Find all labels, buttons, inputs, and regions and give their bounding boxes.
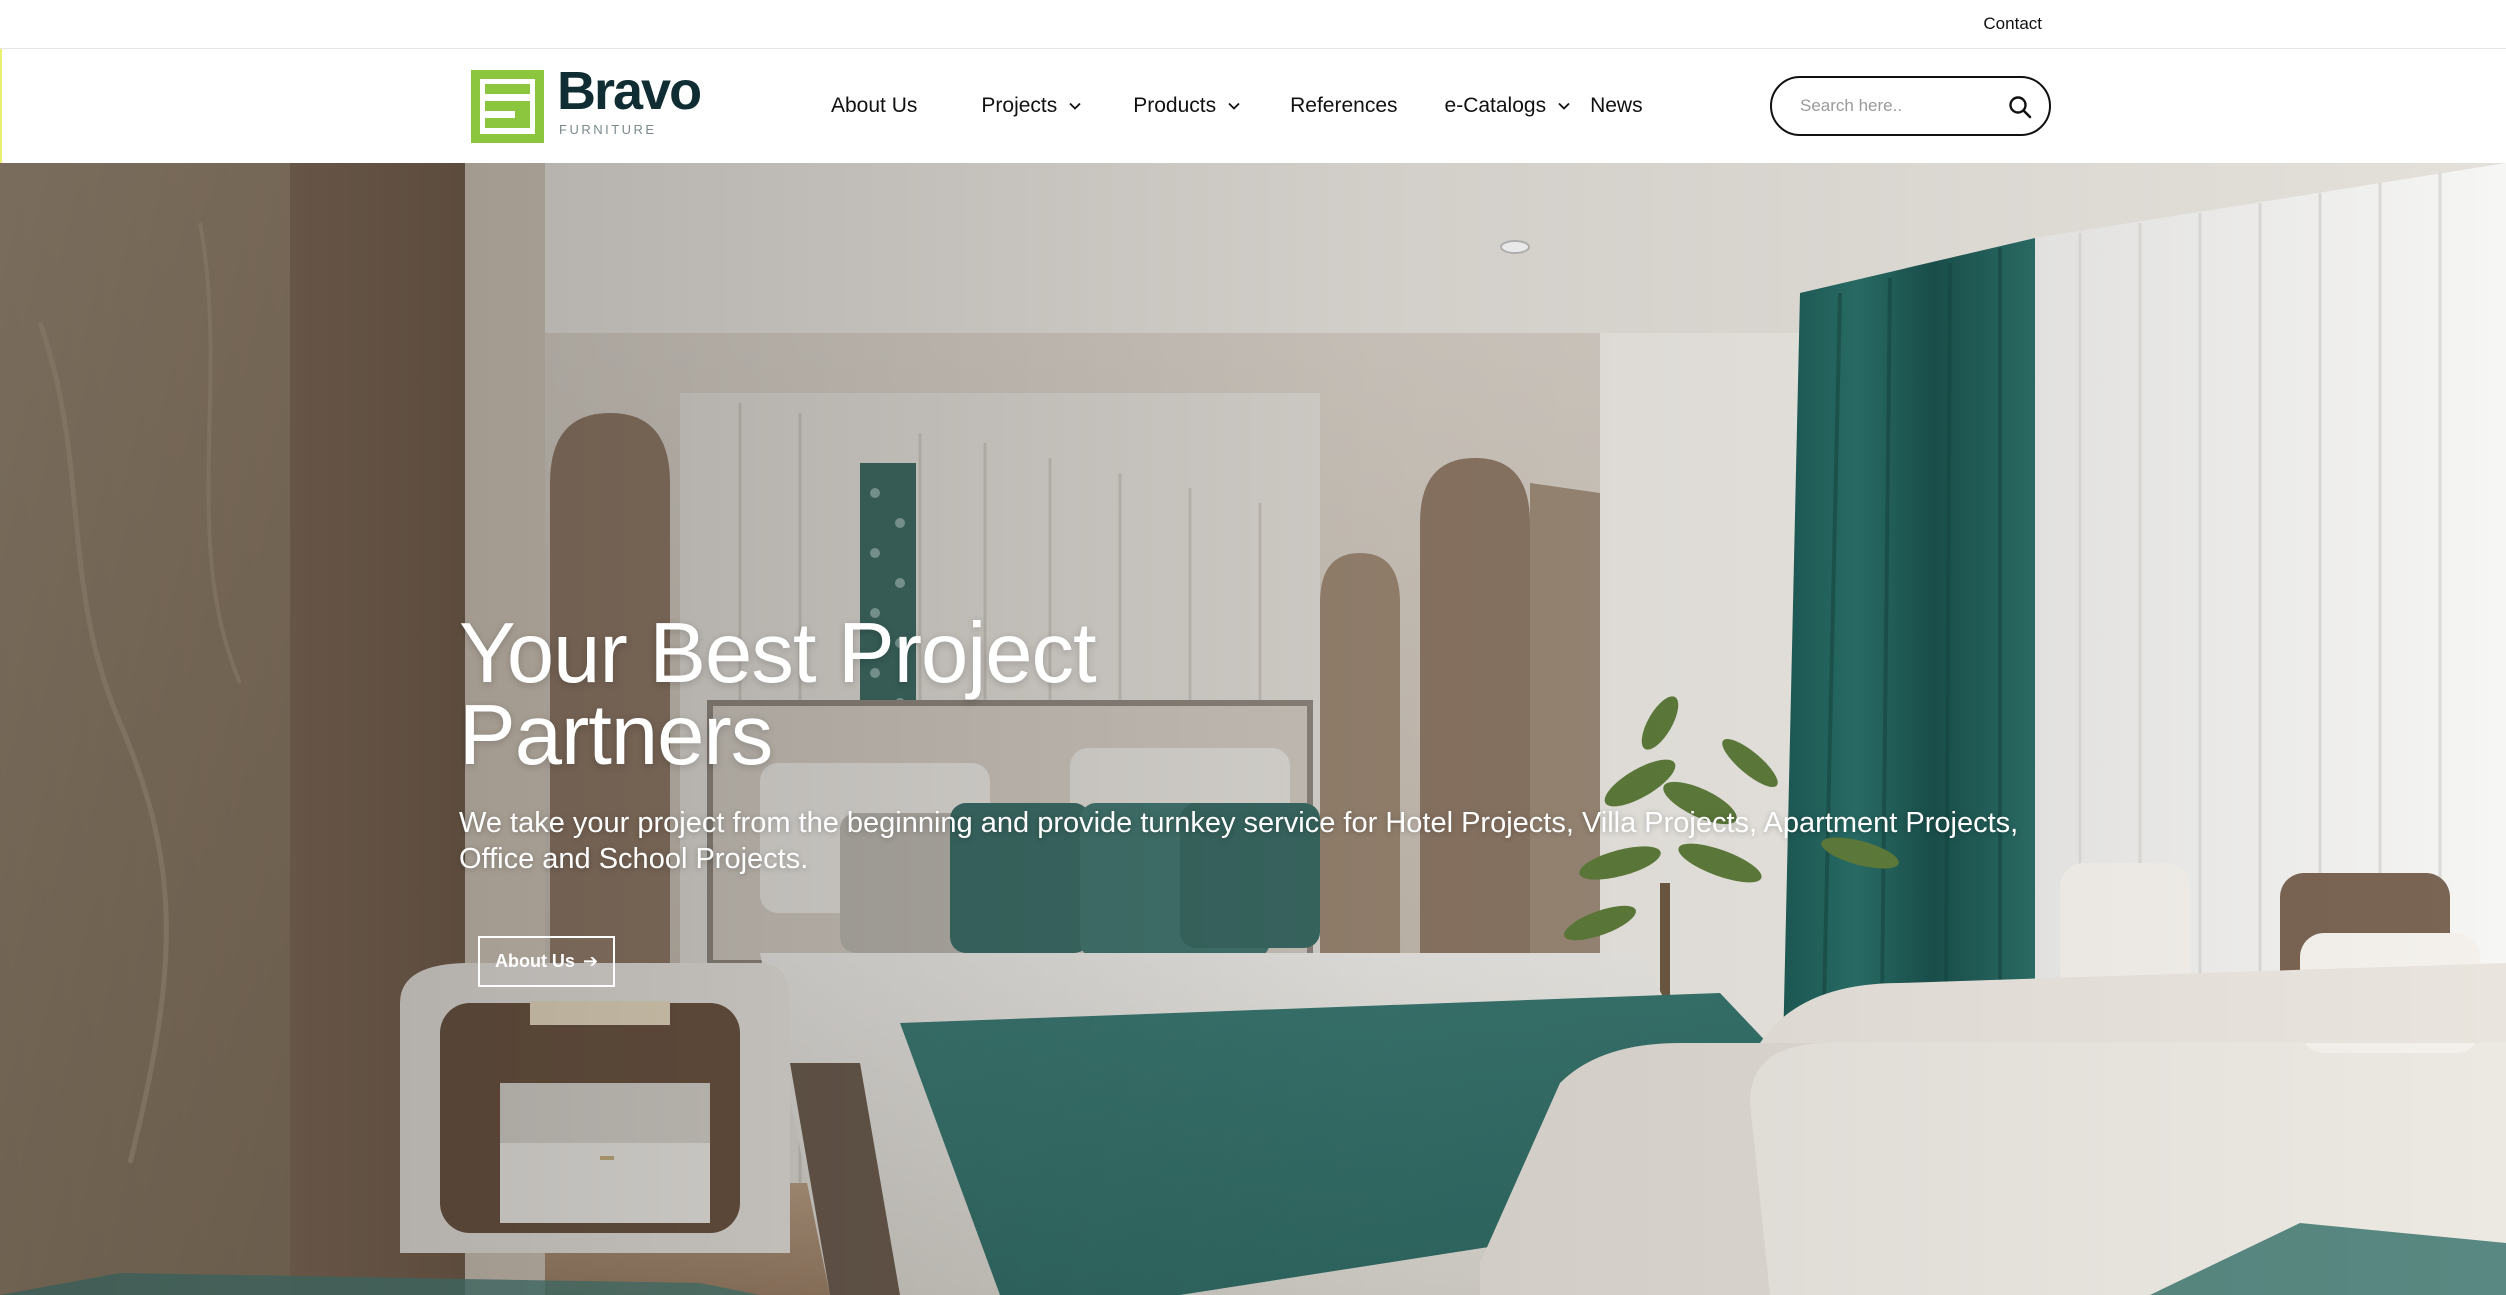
brand-name: Bravo [557, 61, 702, 121]
search-box [1770, 76, 2051, 136]
nav-item-products[interactable]: Products [1133, 91, 1241, 121]
brand-subtitle: FURNITURE [559, 122, 657, 137]
about-us-button-label: About Us [494, 951, 575, 971]
chevron-down-icon [1069, 102, 1081, 110]
top-utility-bar: Contact [0, 0, 2506, 49]
nav-item-label: References [1290, 94, 1398, 117]
nav-item-label: Products [1133, 94, 1217, 117]
nav-item-label: Projects [981, 94, 1058, 117]
nav-item-label: News [1590, 94, 1643, 117]
site-header: Bravo FURNITURE About Us Projects Produc… [0, 49, 2506, 163]
nav-item-news[interactable]: News [1590, 91, 1643, 121]
nav-item-label: About Us [831, 94, 918, 117]
chevron-down-icon [1558, 102, 1570, 110]
hero-title: Your Best Project Partners [459, 611, 1359, 778]
search-input[interactable] [1800, 86, 2000, 126]
nav-item-projects[interactable]: Projects [981, 91, 1082, 121]
hero-title-line-1: Your Best Project [459, 606, 1097, 701]
search-icon[interactable] [2007, 94, 2033, 120]
hero-subtitle: We take your project from the beginning … [459, 807, 2019, 875]
about-us-button[interactable]: About Us ➔ [478, 936, 615, 987]
contact-link[interactable]: Contact [1983, 14, 2042, 34]
nav-item-label: e-Catalogs [1444, 94, 1547, 117]
bravo-logo-mark-icon [471, 70, 544, 143]
arrow-right-icon: ➔ [582, 951, 599, 971]
nav-item-about-us[interactable]: About Us [831, 91, 917, 121]
brand-logo[interactable]: Bravo FURNITURE [471, 64, 702, 144]
chevron-down-icon [1228, 102, 1240, 110]
nav-item-references[interactable]: References [1290, 91, 1397, 121]
main-nav: About Us Projects Products References e-… [831, 91, 1643, 121]
hero-title-line-2: Partners [459, 688, 773, 783]
nav-item-e-catalogs[interactable]: e-Catalogs [1445, 91, 1572, 121]
hero-section: Your Best Project Partners We take your … [0, 163, 2506, 1295]
